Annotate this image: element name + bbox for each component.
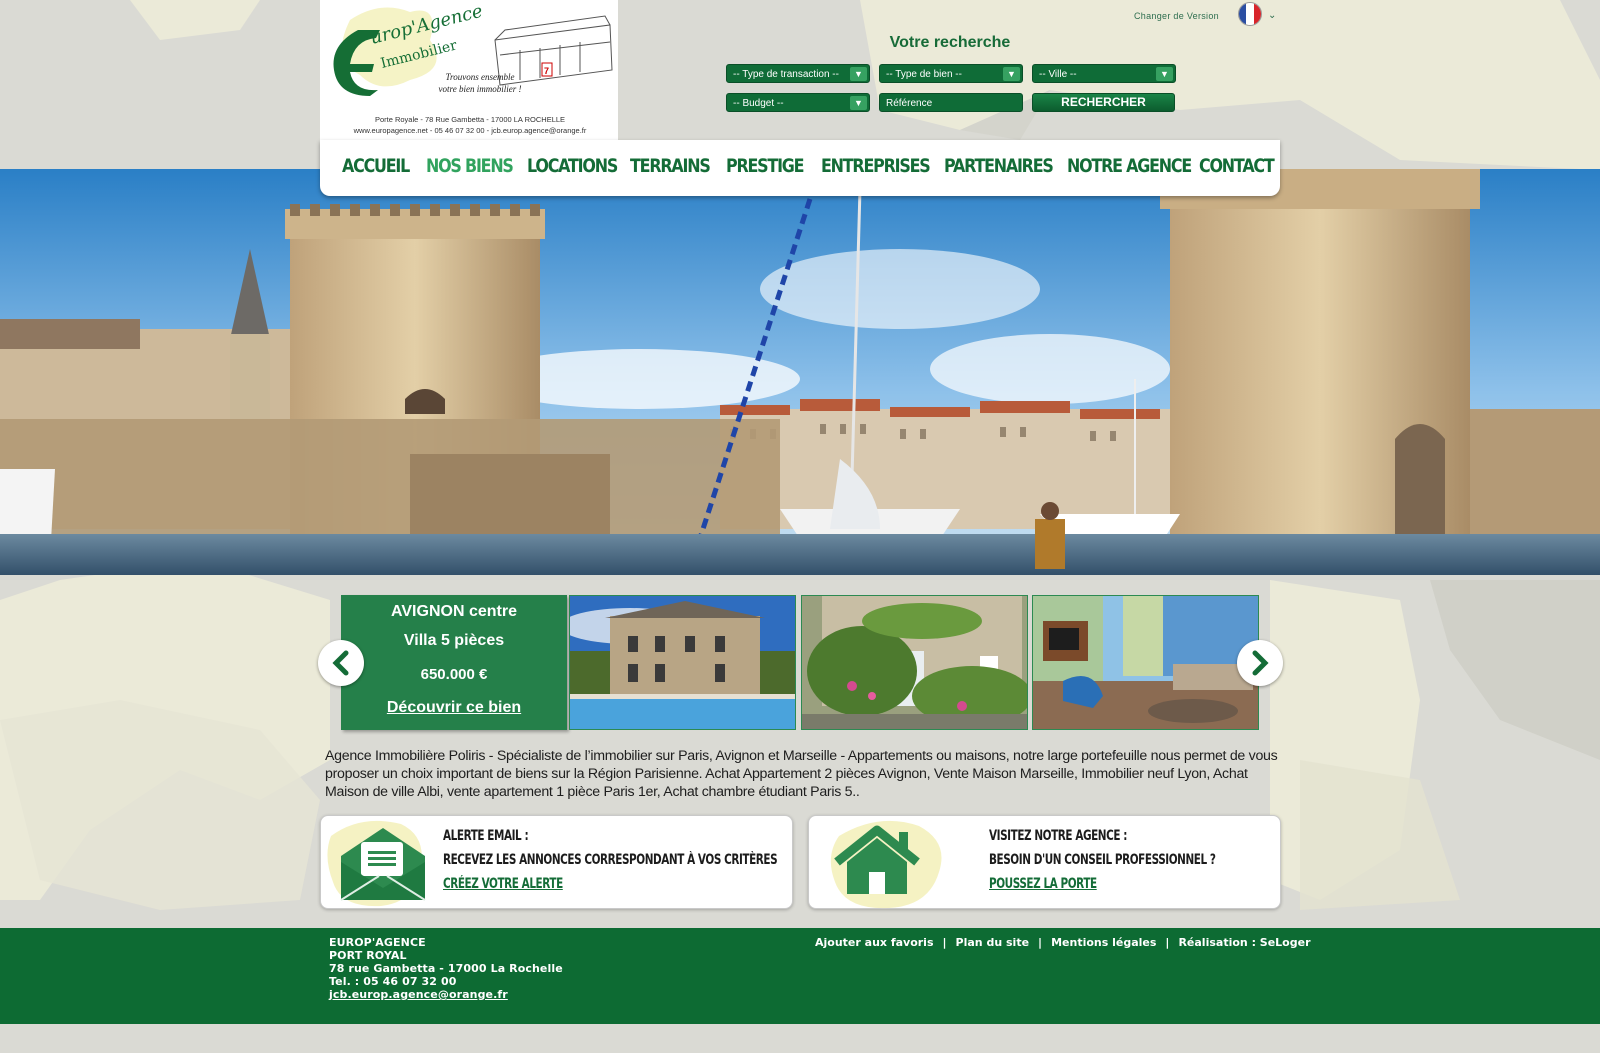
chevron-down-icon[interactable]: ⌄: [1268, 10, 1276, 21]
logo-slogan-1: Trouvons ensemble: [445, 72, 515, 82]
logo-address: Porte Royale - 78 Rue Gambetta - 17000 L…: [374, 115, 566, 124]
agency-description: Agence Immobilière Poliris - Spécialiste…: [325, 748, 1278, 800]
footer-agency-name: EUROP'AGENCE: [329, 936, 426, 949]
nav-item-locations[interactable]: Locations: [527, 156, 618, 177]
nav-item-notre-agence[interactable]: Notre agence: [1067, 156, 1192, 177]
property-type-value: -- Type de bien --: [886, 69, 962, 80]
reference-placeholder: Référence: [886, 98, 933, 109]
footer-link-credits[interactable]: Réalisation : SeLoger: [1178, 936, 1310, 949]
city-value: -- Ville --: [1039, 69, 1077, 80]
search-button[interactable]: RECHERCHER: [1032, 93, 1175, 112]
separator: |: [1165, 936, 1170, 949]
email-alert-subtitle: Recevez les annonces correspondant à vos…: [443, 852, 778, 868]
agency-logo[interactable]: urop'Agence Immobilier 7 Trouvons ensemb…: [320, 0, 618, 140]
featured-property-card[interactable]: AVIGNON centre Villa 5 pièces 650.000 € …: [341, 595, 567, 730]
footer-link-legal[interactable]: Mentions légales: [1051, 936, 1156, 949]
envelope-icon: [327, 820, 426, 907]
visit-agency-title: Visitez notre agence :: [989, 828, 1127, 844]
discover-property-link[interactable]: Découvrir ce bien: [341, 699, 567, 717]
push-door-link[interactable]: Poussez la porte: [989, 876, 1097, 892]
dropdown-arrow-icon: ▼: [1156, 67, 1173, 81]
email-alert-card[interactable]: Alerte email : Recevez les annonces corr…: [320, 815, 793, 909]
dropdown-arrow-icon: ▼: [850, 67, 867, 81]
visit-agency-subtitle: Besoin d'un conseil professionnel ?: [989, 852, 1216, 868]
nav-item-contact[interactable]: Contact: [1199, 156, 1275, 177]
nav-item-prestige[interactable]: Prestige: [726, 156, 805, 177]
footer-link-sitemap[interactable]: Plan du site: [956, 936, 1030, 949]
property-thumbnail-garden-house[interactable]: [801, 595, 1028, 730]
create-alert-link[interactable]: Créez votre alerte: [443, 876, 563, 892]
footer: EUROP'AGENCE PORT ROYAL 78 rue Gambetta …: [0, 928, 1600, 1024]
footer-phone: Tel. : 05 46 07 32 00: [329, 975, 457, 988]
nav-item-accueil[interactable]: Accueil: [342, 156, 410, 177]
chevron-left-icon: [332, 650, 349, 676]
house-icon: [830, 820, 942, 909]
email-alert-title: Alerte email :: [443, 828, 529, 844]
dropdown-arrow-icon: ▼: [850, 96, 867, 110]
footer-link-favorites[interactable]: Ajouter aux favoris: [815, 936, 934, 949]
change-version-link[interactable]: Changer de Version: [1134, 11, 1219, 21]
chevron-right-icon: [1252, 650, 1269, 676]
reference-input[interactable]: Référence: [879, 93, 1023, 112]
property-thumbnail-living-room[interactable]: [1032, 595, 1259, 730]
property-type-select[interactable]: -- Type de bien -- ▼: [879, 64, 1023, 83]
dropdown-arrow-icon: ▼: [1003, 67, 1020, 81]
budget-value: -- Budget --: [733, 98, 784, 109]
transaction-type-select[interactable]: -- Type de transaction -- ▼: [726, 64, 870, 83]
footer-place: PORT ROYAL: [329, 949, 407, 962]
logo-slogan-2: votre bien immobilier !: [438, 84, 522, 94]
footer-address-block: EUROP'AGENCE PORT ROYAL 78 rue Gambetta …: [329, 936, 563, 1001]
separator: |: [942, 936, 947, 949]
nav-item-entreprises[interactable]: Entreprises: [821, 156, 931, 177]
carousel-prev-button[interactable]: [318, 640, 364, 686]
france-flag-icon[interactable]: [1238, 2, 1262, 26]
footer-links: Ajouter aux favoris | Plan du site | Mention…: [815, 936, 1311, 949]
separator: |: [1038, 936, 1043, 949]
nav-item-nos-biens[interactable]: Nos biens: [426, 156, 514, 177]
property-thumbnail-villa-pool[interactable]: [569, 595, 796, 730]
featured-price: 650.000 €: [420, 666, 488, 683]
svg-text:7: 7: [544, 66, 549, 76]
transaction-type-value: -- Type de transaction --: [733, 69, 839, 80]
main-nav: Accueil Nos biens Locations Terrains Pre…: [320, 140, 1280, 196]
city-select[interactable]: -- Ville -- ▼: [1032, 64, 1176, 83]
hero-banner-image: [0, 169, 1600, 575]
logo-contact: www.europagence.net - 05 46 07 32 00 - j…: [353, 126, 587, 135]
budget-select[interactable]: -- Budget -- ▼: [726, 93, 870, 112]
visit-agency-card[interactable]: Visitez notre agence : Besoin d'un conse…: [808, 815, 1281, 909]
search-title: Votre recherche: [889, 34, 1011, 51]
nav-item-partenaires[interactable]: Partenaires: [944, 156, 1054, 177]
carousel-next-button[interactable]: [1237, 640, 1283, 686]
featured-city: AVIGNON centre: [391, 603, 517, 620]
footer-email-link[interactable]: jcb.europ.agence@orange.fr: [329, 988, 563, 1001]
featured-type: Villa 5 pièces: [403, 632, 505, 649]
footer-street: 78 rue Gambetta - 17000 La Rochelle: [329, 962, 563, 975]
nav-item-terrains[interactable]: Terrains: [630, 156, 711, 177]
